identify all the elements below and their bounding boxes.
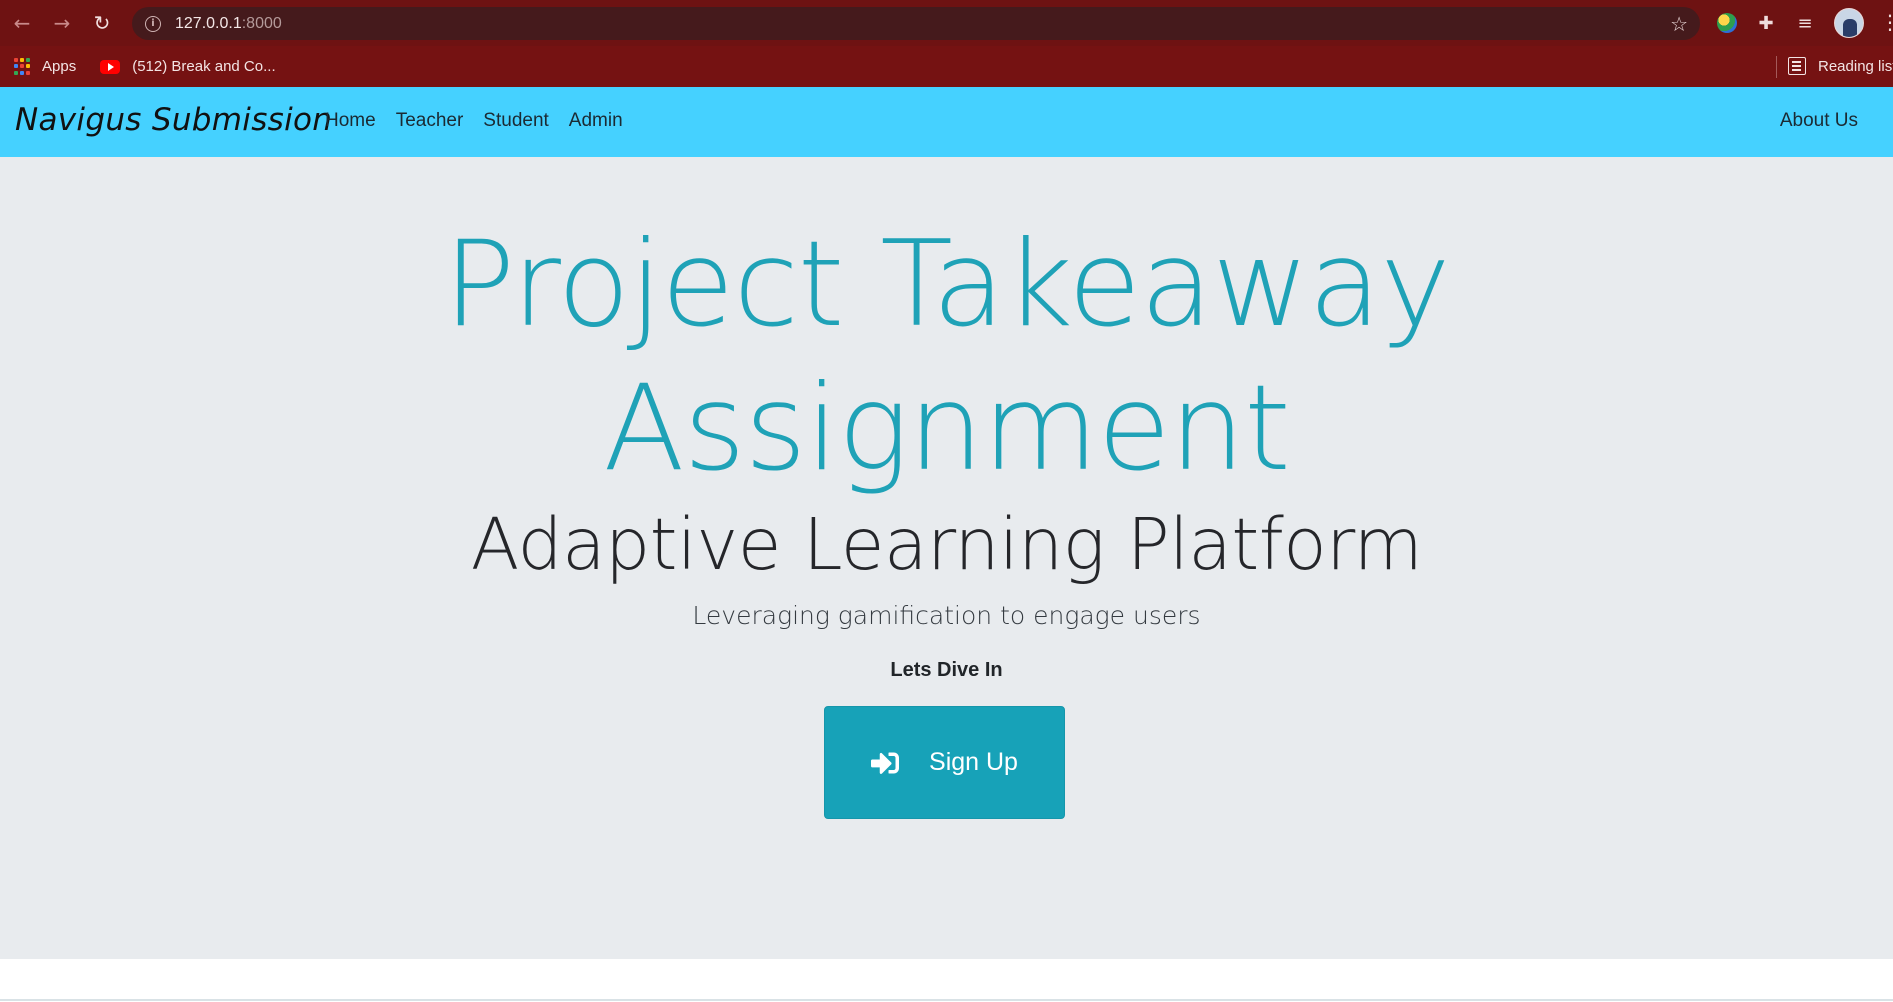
hero-title-line2: Assignment <box>603 360 1291 498</box>
kebab-menu-icon[interactable]: ⋮ <box>1880 10 1893 34</box>
hero-title-line1: Project Takeaway <box>443 216 1450 354</box>
sign-up-label: Sign Up <box>929 748 1018 776</box>
nav-link-admin[interactable]: Admin <box>569 110 623 132</box>
sign-up-button[interactable]: Sign Up <box>824 706 1065 819</box>
bookmark-label: Apps <box>42 58 77 75</box>
extension-globe-icon[interactable] <box>1715 11 1739 35</box>
footer-divider <box>0 999 1893 1001</box>
reload-icon[interactable]: ↻ <box>88 9 116 37</box>
forward-arrow-icon[interactable]: → <box>48 9 76 37</box>
cta-label: Lets Dive In <box>890 659 1003 681</box>
navbar-brand[interactable]: Navigus Submission <box>15 102 332 138</box>
nav-link-student[interactable]: Student <box>483 110 549 132</box>
star-icon[interactable]: ☆ <box>1670 12 1688 36</box>
profile-avatar[interactable] <box>1834 8 1864 38</box>
bookmark-youtube[interactable]: (512) Break and Co... <box>92 53 283 81</box>
media-queue-icon[interactable]: ≡ <box>1793 11 1817 35</box>
reading-list-button[interactable]: Reading list <box>1788 52 1893 80</box>
info-icon[interactable]: i <box>145 15 161 32</box>
browser-chrome: ← → ↻ i 127.0.0.1:8000 ☆ ✚ ≡ ⋮ Apps (512… <box>0 0 1893 87</box>
bookmark-label: (512) Break and Co... <box>132 58 276 75</box>
bookmark-apps[interactable]: Apps <box>6 53 84 81</box>
bookmarks-divider <box>1776 56 1777 78</box>
bookmarks-bar: Apps (512) Break and Co... Reading list <box>0 46 1893 87</box>
hero-lead: Leveraging gamification to engage users <box>692 601 1201 630</box>
url-port: :8000 <box>241 14 282 32</box>
nav-link-teacher[interactable]: Teacher <box>396 110 464 132</box>
apps-grid-icon <box>14 57 32 76</box>
url-text[interactable]: 127.0.0.1:8000 <box>175 15 282 33</box>
hero-subtitle: Adaptive Learning Platform <box>470 503 1423 586</box>
page-footer-area <box>0 959 1893 1002</box>
nav-link-home[interactable]: Home <box>325 110 376 132</box>
youtube-icon <box>100 59 121 74</box>
site-navbar: Navigus Submission Home Teacher Student … <box>0 87 1893 157</box>
url-host: 127.0.0.1 <box>175 14 242 32</box>
puzzle-icon[interactable]: ✚ <box>1754 11 1778 35</box>
nav-link-about-us[interactable]: About Us <box>1780 110 1858 132</box>
browser-toolbar: ← → ↻ i 127.0.0.1:8000 ☆ ✚ ≡ ⋮ <box>0 0 1893 46</box>
reading-list-icon <box>1788 57 1806 75</box>
sign-in-icon <box>871 752 900 774</box>
hero-title: Project Takeaway Assignment <box>0 213 1893 501</box>
hero-jumbotron: Project Takeaway Assignment Adaptive Lea… <box>0 157 1893 959</box>
navbar-links: Home Teacher Student Admin <box>325 110 643 132</box>
address-bar[interactable]: i 127.0.0.1:8000 ☆ <box>132 7 1700 40</box>
reading-list-label: Reading list <box>1818 57 1893 75</box>
back-arrow-icon[interactable]: ← <box>8 9 36 37</box>
